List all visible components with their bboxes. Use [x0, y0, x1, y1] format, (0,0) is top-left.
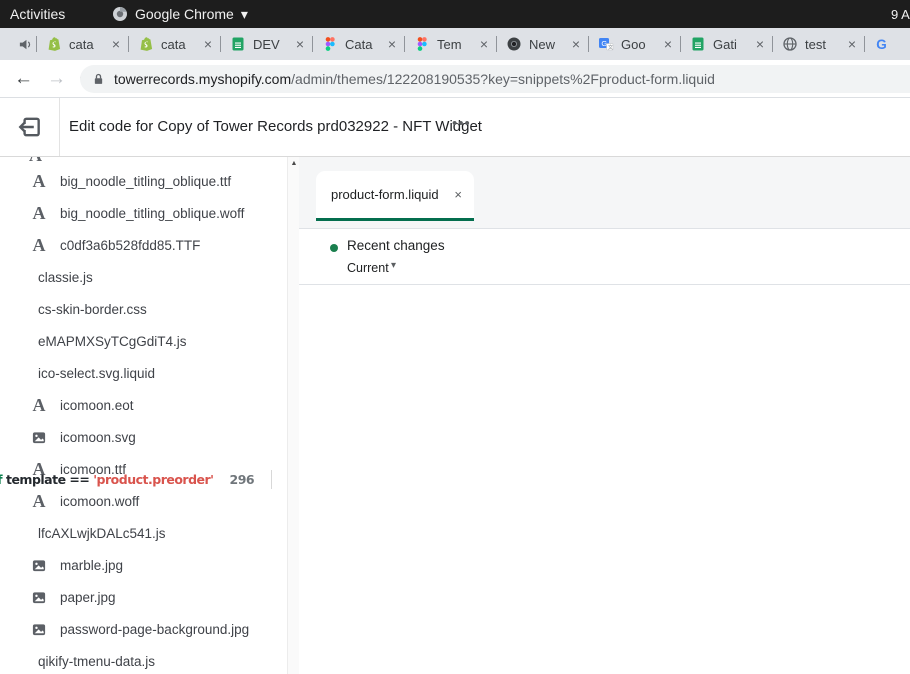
- figma-favicon-icon: [322, 36, 338, 52]
- shopify-favicon-icon: [46, 36, 62, 52]
- tab-close-icon[interactable]: ×: [204, 36, 212, 52]
- browser-tab-strip: cata × cata × DEV × Cata × Tem × New: [0, 28, 910, 60]
- globe-favicon-icon: [782, 36, 798, 52]
- url-domain: towerrecords.myshopify.com: [114, 71, 291, 87]
- url-text: towerrecords.myshopify.com/admin/themes/…: [114, 71, 715, 87]
- tab-close-icon[interactable]: ×: [848, 36, 856, 52]
- more-actions-button[interactable]: •••: [452, 115, 471, 132]
- activities-button[interactable]: Activities: [10, 6, 65, 22]
- back-button[interactable]: ←: [14, 68, 33, 90]
- browser-tab-Cata[interactable]: Cata ×: [312, 28, 404, 60]
- browser-tab-Gati[interactable]: Gati ×: [680, 28, 772, 60]
- browser-tab-New[interactable]: New ×: [496, 28, 588, 60]
- tab-close-icon[interactable]: ×: [296, 36, 304, 52]
- editor-tab-close-icon[interactable]: ×: [454, 187, 462, 202]
- dark-globe-favicon-icon: [506, 36, 522, 52]
- code-file-icon: {/}: [0, 285, 287, 674]
- browser-tab-label: cata: [161, 37, 202, 52]
- browser-tab-label: test: [805, 37, 846, 52]
- tab-close-icon[interactable]: ×: [388, 36, 396, 52]
- file-list-item[interactable]: A c0df3a6b528fdd85.TTF: [0, 229, 287, 261]
- editor-tab-product-form[interactable]: product-form.liquid ×: [316, 171, 474, 218]
- browser-tab-DEV[interactable]: DEV ×: [220, 28, 312, 60]
- code-editor-pane: product-form.liquid × Recent changes Cur…: [299, 157, 910, 674]
- browser-tab-test[interactable]: test ×: [772, 28, 864, 60]
- app-menu-label: Google Chrome: [135, 6, 234, 22]
- tab-close-icon[interactable]: ×: [572, 36, 580, 52]
- translate-favicon-icon: G文: [598, 36, 614, 52]
- os-top-bar: Activities Google Chrome ▾ 9 A: [0, 0, 910, 28]
- shopify-favicon-icon: [138, 36, 154, 52]
- tab-close-icon[interactable]: ×: [480, 36, 488, 52]
- font-file-icon: A: [28, 203, 50, 224]
- url-path: /admin/themes/122208190535?key=snippets%…: [291, 71, 715, 87]
- file-sidebar: A A big_noodle_titling_oblique.ttf A big…: [0, 157, 287, 674]
- editor-tab-label: product-form.liquid: [331, 187, 454, 202]
- browser-tab-label: Gati: [713, 37, 754, 52]
- recent-changes-label: Recent changes: [347, 238, 445, 253]
- speaker-icon: [14, 37, 36, 52]
- forward-button: →: [47, 68, 66, 90]
- browser-tab-Goo[interactable]: G文 Goo ×: [588, 28, 680, 60]
- browser-tab-label: Cata: [345, 37, 386, 52]
- file-list-item[interactable]: {/} qikify-tmenu-data.js: [0, 645, 287, 674]
- tab-close-icon[interactable]: ×: [664, 36, 672, 52]
- browser-toolbar: ← → ⟳ towerrecords.myshopify.com/admin/t…: [0, 60, 910, 98]
- chrome-logo-icon: [112, 6, 128, 22]
- browser-tab-label: DEV: [253, 37, 294, 52]
- lock-icon: [92, 72, 105, 86]
- tab-close-icon[interactable]: ×: [112, 36, 120, 52]
- browser-tab-cata[interactable]: cata ×: [128, 28, 220, 60]
- browser-tab-label: Goo: [621, 37, 662, 52]
- sheets-favicon-icon: [230, 36, 246, 52]
- browser-tab-cata[interactable]: cata ×: [36, 28, 128, 60]
- svg-text:文: 文: [608, 44, 613, 51]
- app-menu-caret: ▾: [241, 6, 248, 23]
- file-list-item-partial: A: [0, 157, 287, 165]
- browser-tab-label: Tem: [437, 37, 478, 52]
- file-name: classie.js: [38, 270, 93, 285]
- exit-code-editor-button[interactable]: [17, 114, 43, 140]
- svg-text:G: G: [876, 37, 887, 52]
- code-area[interactable]: [299, 285, 910, 674]
- page-header: Edit code for Copy of Tower Records prd0…: [0, 98, 910, 157]
- editor-tab-bar: product-form.liquid ×: [299, 157, 910, 228]
- browser-tab-label: cata: [69, 37, 110, 52]
- file-list-item[interactable]: A big_noodle_titling_oblique.woff: [0, 197, 287, 229]
- browser-tab-Tem[interactable]: Tem ×: [404, 28, 496, 60]
- browser-tab-label: New: [529, 37, 570, 52]
- version-dropdown[interactable]: Current: [347, 261, 389, 275]
- os-clock[interactable]: 9 A: [891, 7, 910, 22]
- header-divider: [59, 98, 60, 156]
- file-name: c0df3a6b528fdd85.TTF: [60, 238, 200, 253]
- active-tab-underline: [316, 218, 474, 221]
- figma-favicon-icon: [414, 36, 430, 52]
- google-favicon-icon: G: [874, 36, 890, 52]
- status-dot: [330, 244, 338, 252]
- sheets-favicon-icon: [690, 36, 706, 52]
- page-title: Edit code for Copy of Tower Records prd0…: [69, 118, 482, 135]
- app-menu[interactable]: Google Chrome ▾: [112, 6, 248, 23]
- sidebar-scrollbar[interactable]: ▲: [287, 157, 299, 674]
- recent-changes-panel: Recent changes Current ▾: [299, 228, 910, 285]
- font-file-icon: A: [28, 235, 50, 256]
- chevron-down-icon: ▾: [391, 260, 396, 271]
- font-file-icon: A: [28, 171, 50, 192]
- browser-tab-partial[interactable]: G ×: [864, 28, 904, 60]
- file-list-item[interactable]: A big_noodle_titling_oblique.ttf: [0, 165, 287, 197]
- file-name: big_noodle_titling_oblique.ttf: [60, 174, 231, 189]
- file-name: big_noodle_titling_oblique.woff: [60, 206, 244, 221]
- tab-close-icon[interactable]: ×: [756, 36, 764, 52]
- address-bar[interactable]: towerrecords.myshopify.com/admin/themes/…: [80, 65, 910, 93]
